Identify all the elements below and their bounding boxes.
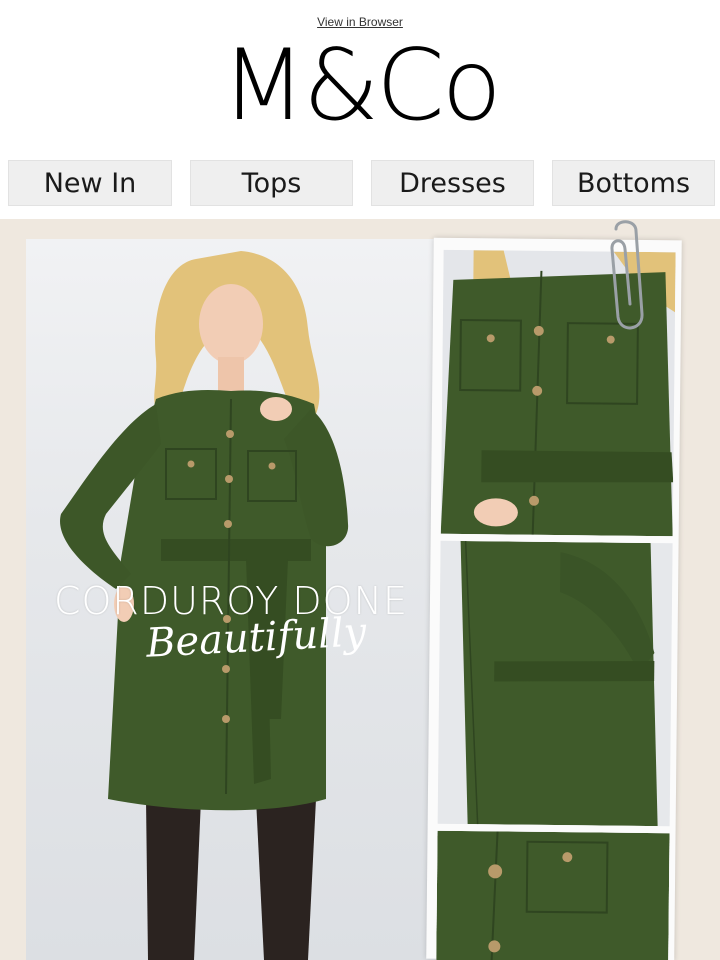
pocket-illustration: [436, 830, 670, 960]
belt-illustration: [437, 540, 673, 827]
hero-banner[interactable]: CORDUROY DONE Beautifully: [0, 219, 720, 960]
paperclip-icon: [610, 220, 644, 330]
detail-photo-belt[interactable]: [437, 540, 673, 827]
nav-item-new-in[interactable]: New In: [8, 160, 172, 206]
model-photo[interactable]: CORDUROY DONE Beautifully: [26, 239, 436, 960]
nav-item-tops[interactable]: Tops: [190, 160, 353, 206]
detail-photo-strip: [426, 237, 682, 960]
nav-item-dresses[interactable]: Dresses: [371, 160, 534, 206]
category-nav: New In Tops Dresses Bottoms: [8, 160, 715, 206]
detail-photo-pocket[interactable]: [436, 830, 670, 960]
brand-logo[interactable]: M&Co: [0, 26, 720, 146]
nav-item-bottoms[interactable]: Bottoms: [552, 160, 715, 206]
